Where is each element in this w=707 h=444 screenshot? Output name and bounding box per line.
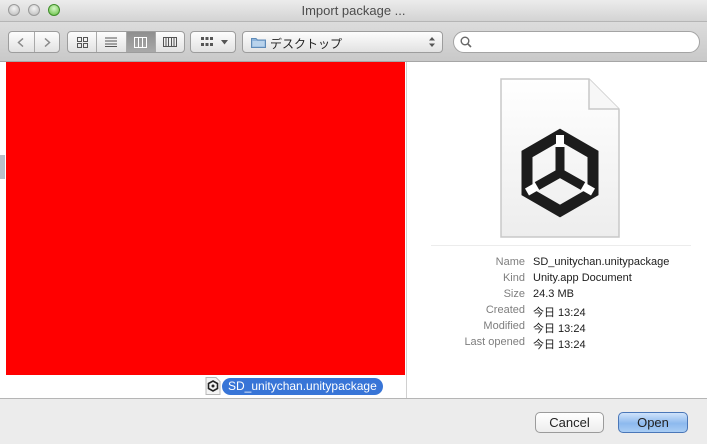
toolbar: デスクトップ [0, 22, 707, 62]
dialog-footer: Cancel Open [0, 398, 707, 444]
info-key: Kind [502, 272, 525, 284]
icon-view-button[interactable] [68, 32, 98, 52]
info-key: Size [503, 288, 525, 300]
info-row-kind: Kind Unity.app Document [407, 272, 707, 288]
info-value: 今日 13:24 [533, 307, 586, 319]
title-bar: Import package ... [0, 0, 707, 22]
info-row-last-opened: Last opened 今日 13:24 [407, 336, 707, 352]
location-popup[interactable]: デスクトップ [242, 31, 443, 53]
search-input[interactable] [474, 34, 694, 50]
info-value: 今日 13:24 [533, 323, 586, 335]
redacted-area [6, 62, 405, 375]
icon-view-icon [76, 36, 88, 48]
preview-pane: Name SD_unitychan.unitypackage Kind Unit… [407, 62, 707, 398]
file-item-selected[interactable]: SD_unitychan.unitypackage [201, 376, 391, 396]
info-value: 今日 13:24 [533, 339, 586, 351]
search-icon [460, 36, 472, 48]
list-view-icon [105, 37, 118, 47]
view-mode-control [67, 31, 185, 53]
chevron-right-icon [44, 37, 51, 47]
forward-button[interactable] [35, 32, 60, 52]
cover-flow-icon [162, 37, 177, 47]
cover-flow-view-button[interactable] [156, 32, 184, 52]
triangle-down-icon [221, 40, 228, 45]
info-value: SD_unitychan.unitypackage [533, 256, 670, 268]
back-button[interactable] [9, 32, 35, 52]
info-row-modified: Modified 今日 13:24 [407, 320, 707, 336]
stepper-arrows-icon [429, 37, 435, 47]
info-value: Unity.app Document [533, 272, 632, 284]
window-title: Import package ... [301, 3, 406, 18]
file-name-label: SD_unitychan.unitypackage [222, 378, 383, 395]
column-view-button[interactable] [126, 32, 156, 52]
folder-icon [251, 38, 266, 48]
sidebar-edge [0, 155, 5, 179]
unity-package-icon [205, 377, 221, 395]
search-field[interactable] [453, 31, 700, 53]
file-browser-pane: SD_unitychan.unitypackage [0, 62, 407, 398]
preview-separator [431, 245, 691, 246]
arrange-grid-icon [201, 37, 213, 46]
info-value: 24.3 MB [533, 288, 574, 300]
info-key: Modified [483, 320, 525, 332]
info-row-name: Name SD_unitychan.unitypackage [407, 256, 707, 272]
back-forward-control [8, 31, 60, 53]
unity-document-icon [500, 78, 620, 238]
cancel-button[interactable]: Cancel [535, 412, 604, 433]
chevron-left-icon [17, 37, 24, 47]
info-key: Created [485, 304, 525, 316]
location-label: デスクトップ [270, 37, 343, 51]
open-button[interactable]: Open [618, 412, 688, 433]
document-preview [493, 75, 623, 243]
info-key: Last opened [464, 336, 525, 348]
column-view-icon [134, 36, 148, 48]
info-row-size: Size 24.3 MB [407, 288, 707, 304]
info-key: Name [495, 256, 525, 268]
arrange-menu-button[interactable] [190, 31, 236, 53]
list-view-button[interactable] [97, 32, 127, 52]
info-row-created: Created 今日 13:24 [407, 304, 707, 320]
